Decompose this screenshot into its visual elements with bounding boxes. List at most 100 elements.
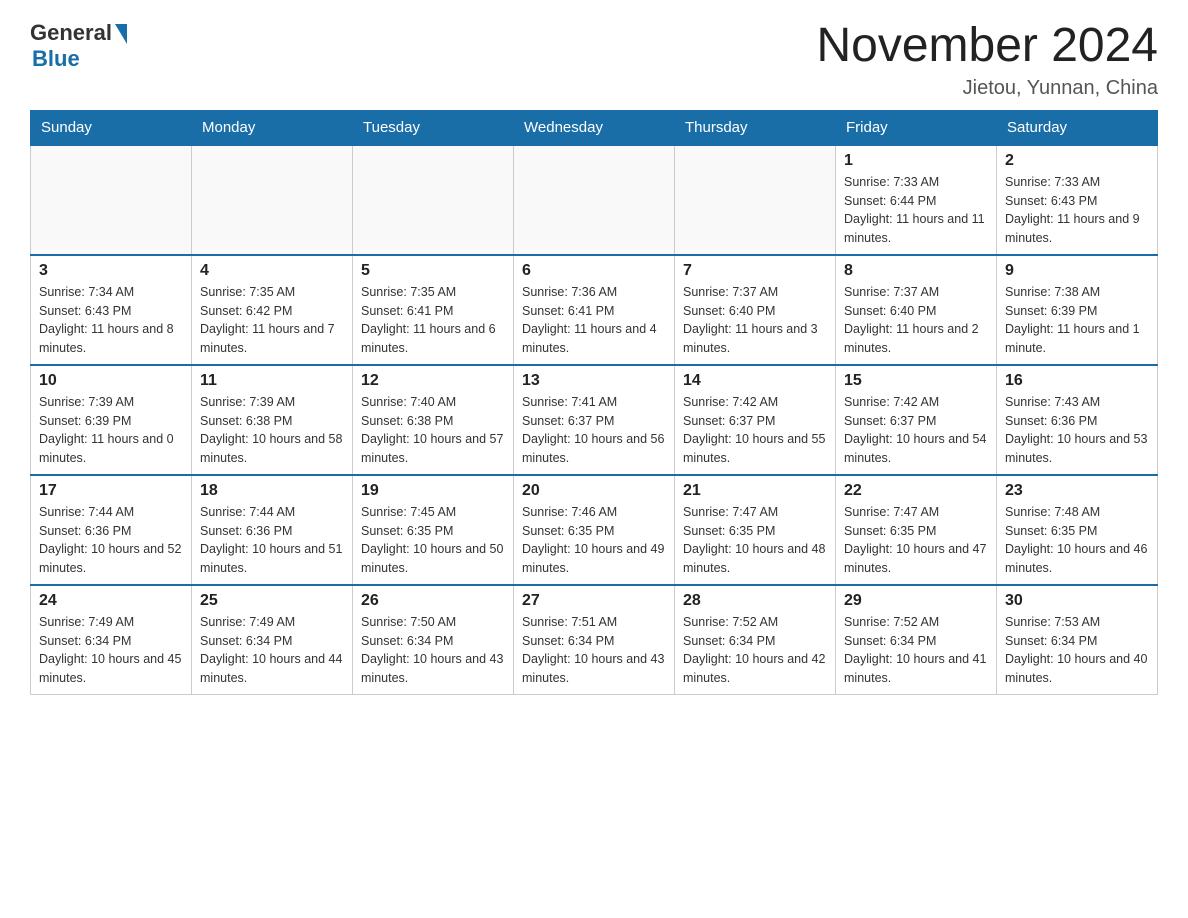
location-subtitle: Jietou, Yunnan, China: [816, 77, 1158, 100]
day-cell: 7 Sunrise: 7:37 AMSunset: 6:40 PMDaylight…: [675, 255, 836, 365]
day-info: Sunrise: 7:52 AMSunset: 6:34 PMDaylight:…: [844, 613, 988, 688]
day-number: 13: [522, 372, 666, 390]
day-cell: 26 Sunrise: 7:50 AMSunset: 6:34 PMDayligh…: [353, 585, 514, 695]
day-cell: [31, 145, 192, 255]
day-info: Sunrise: 7:45 AMSunset: 6:35 PMDaylight:…: [361, 503, 505, 578]
day-cell: 1Sunrise: 7:33 AMSunset: 6:44 PMDaylight…: [836, 145, 997, 255]
day-info: Sunrise: 7:39 AMSunset: 6:38 PMDaylight:…: [200, 393, 344, 468]
day-cell: 28Sunrise: 7:52 AMSunset: 6:34 PMDayligh…: [675, 585, 836, 695]
day-info: Sunrise: 7:44 AMSunset: 6:36 PMDaylight:…: [39, 503, 183, 578]
day-info: Sunrise: 7:49 AMSunset: 6:34 PMDaylight:…: [200, 613, 344, 688]
day-cell: 22Sunrise: 7:47 AMSunset: 6:35 PMDayligh…: [836, 475, 997, 585]
column-header-friday: Friday: [836, 110, 997, 145]
day-number: 12: [361, 372, 505, 390]
day-cell: 12 Sunrise: 7:40 AMSunset: 6:38 PMDayligh…: [353, 365, 514, 475]
day-number: 1: [844, 152, 988, 170]
day-info: Sunrise: 7:33 AMSunset: 6:43 PMDaylight:…: [1005, 173, 1149, 248]
calendar-table: SundayMondayTuesdayWednesdayThursdayFrid…: [30, 110, 1158, 695]
day-number: 8: [844, 262, 988, 280]
day-number: 29: [844, 592, 988, 610]
day-cell: 9Sunrise: 7:38 AMSunset: 6:39 PMDaylight…: [997, 255, 1158, 365]
day-cell: [192, 145, 353, 255]
day-cell: 20 Sunrise: 7:46 AMSunset: 6:35 PMDayligh…: [514, 475, 675, 585]
day-cell: 29 Sunrise: 7:52 AMSunset: 6:34 PMDayligh…: [836, 585, 997, 695]
day-number: 24: [39, 592, 183, 610]
day-cell: 25 Sunrise: 7:49 AMSunset: 6:34 PMDayligh…: [192, 585, 353, 695]
column-header-wednesday: Wednesday: [514, 110, 675, 145]
month-title: November 2024: [816, 20, 1158, 73]
day-number: 27: [522, 592, 666, 610]
day-cell: 2 Sunrise: 7:33 AMSunset: 6:43 PMDaylight…: [997, 145, 1158, 255]
day-number: 7: [683, 262, 827, 280]
day-cell: 17 Sunrise: 7:44 AMSunset: 6:36 PMDayligh…: [31, 475, 192, 585]
day-cell: [675, 145, 836, 255]
week-row-4: 17 Sunrise: 7:44 AMSunset: 6:36 PMDayligh…: [31, 475, 1158, 585]
day-info: Sunrise: 7:47 AMSunset: 6:35 PMDaylight:…: [844, 503, 988, 578]
day-info: Sunrise: 7:47 AMSunset: 6:35 PMDaylight:…: [683, 503, 827, 578]
day-cell: 16 Sunrise: 7:43 AMSunset: 6:36 PMDayligh…: [997, 365, 1158, 475]
day-number: 23: [1005, 482, 1149, 500]
day-cell: 15 Sunrise: 7:42 AMSunset: 6:37 PMDayligh…: [836, 365, 997, 475]
day-info: Sunrise: 7:42 AMSunset: 6:37 PMDaylight:…: [844, 393, 988, 468]
day-info: Sunrise: 7:50 AMSunset: 6:34 PMDaylight:…: [361, 613, 505, 688]
day-cell: 3 Sunrise: 7:34 AMSunset: 6:43 PMDaylight…: [31, 255, 192, 365]
day-cell: 24 Sunrise: 7:49 AMSunset: 6:34 PMDayligh…: [31, 585, 192, 695]
day-info: Sunrise: 7:37 AMSunset: 6:40 PMDaylight:…: [683, 283, 827, 358]
day-cell: 11 Sunrise: 7:39 AMSunset: 6:38 PMDayligh…: [192, 365, 353, 475]
day-cell: 30 Sunrise: 7:53 AMSunset: 6:34 PMDayligh…: [997, 585, 1158, 695]
day-cell: [353, 145, 514, 255]
week-row-5: 24 Sunrise: 7:49 AMSunset: 6:34 PMDayligh…: [31, 585, 1158, 695]
day-number: 17: [39, 482, 183, 500]
logo-general-text: General: [30, 20, 112, 46]
day-info: Sunrise: 7:35 AMSunset: 6:42 PMDaylight:…: [200, 283, 344, 358]
day-cell: [514, 145, 675, 255]
day-info: Sunrise: 7:37 AMSunset: 6:40 PMDaylight:…: [844, 283, 988, 358]
day-cell: 23 Sunrise: 7:48 AMSunset: 6:35 PMDayligh…: [997, 475, 1158, 585]
day-cell: 21 Sunrise: 7:47 AMSunset: 6:35 PMDayligh…: [675, 475, 836, 585]
day-info: Sunrise: 7:35 AMSunset: 6:41 PMDaylight:…: [361, 283, 505, 358]
day-number: 2: [1005, 152, 1149, 170]
day-number: 16: [1005, 372, 1149, 390]
day-info: Sunrise: 7:53 AMSunset: 6:34 PMDaylight:…: [1005, 613, 1149, 688]
day-info: Sunrise: 7:36 AMSunset: 6:41 PMDaylight:…: [522, 283, 666, 358]
day-cell: 19 Sunrise: 7:45 AMSunset: 6:35 PMDayligh…: [353, 475, 514, 585]
day-number: 10: [39, 372, 183, 390]
day-info: Sunrise: 7:48 AMSunset: 6:35 PMDaylight:…: [1005, 503, 1149, 578]
logo-arrow-icon: [115, 24, 127, 44]
day-number: 4: [200, 262, 344, 280]
day-number: 19: [361, 482, 505, 500]
day-cell: 18Sunrise: 7:44 AMSunset: 6:36 PMDayligh…: [192, 475, 353, 585]
day-number: 28: [683, 592, 827, 610]
day-info: Sunrise: 7:41 AMSunset: 6:37 PMDaylight:…: [522, 393, 666, 468]
day-info: Sunrise: 7:49 AMSunset: 6:34 PMDaylight:…: [39, 613, 183, 688]
day-number: 25: [200, 592, 344, 610]
day-info: Sunrise: 7:44 AMSunset: 6:36 PMDaylight:…: [200, 503, 344, 578]
page-header: General Blue November 2024 Jietou, Yunna…: [30, 20, 1158, 100]
day-number: 21: [683, 482, 827, 500]
column-header-monday: Monday: [192, 110, 353, 145]
week-row-1: 1Sunrise: 7:33 AMSunset: 6:44 PMDaylight…: [31, 145, 1158, 255]
day-info: Sunrise: 7:46 AMSunset: 6:35 PMDaylight:…: [522, 503, 666, 578]
day-number: 15: [844, 372, 988, 390]
day-info: Sunrise: 7:42 AMSunset: 6:37 PMDaylight:…: [683, 393, 827, 468]
day-info: Sunrise: 7:34 AMSunset: 6:43 PMDaylight:…: [39, 283, 183, 358]
day-info: Sunrise: 7:40 AMSunset: 6:38 PMDaylight:…: [361, 393, 505, 468]
day-number: 3: [39, 262, 183, 280]
day-cell: 6 Sunrise: 7:36 AMSunset: 6:41 PMDaylight…: [514, 255, 675, 365]
column-header-saturday: Saturday: [997, 110, 1158, 145]
day-number: 30: [1005, 592, 1149, 610]
day-number: 20: [522, 482, 666, 500]
day-number: 26: [361, 592, 505, 610]
day-info: Sunrise: 7:43 AMSunset: 6:36 PMDaylight:…: [1005, 393, 1149, 468]
header-row: SundayMondayTuesdayWednesdayThursdayFrid…: [31, 110, 1158, 145]
column-header-sunday: Sunday: [31, 110, 192, 145]
day-info: Sunrise: 7:39 AMSunset: 6:39 PMDaylight:…: [39, 393, 183, 468]
day-number: 11: [200, 372, 344, 390]
day-info: Sunrise: 7:51 AMSunset: 6:34 PMDaylight:…: [522, 613, 666, 688]
day-cell: 10 Sunrise: 7:39 AMSunset: 6:39 PMDayligh…: [31, 365, 192, 475]
column-header-thursday: Thursday: [675, 110, 836, 145]
day-number: 6: [522, 262, 666, 280]
title-area: November 2024 Jietou, Yunnan, China: [816, 20, 1158, 100]
day-cell: 14Sunrise: 7:42 AMSunset: 6:37 PMDayligh…: [675, 365, 836, 475]
day-number: 5: [361, 262, 505, 280]
